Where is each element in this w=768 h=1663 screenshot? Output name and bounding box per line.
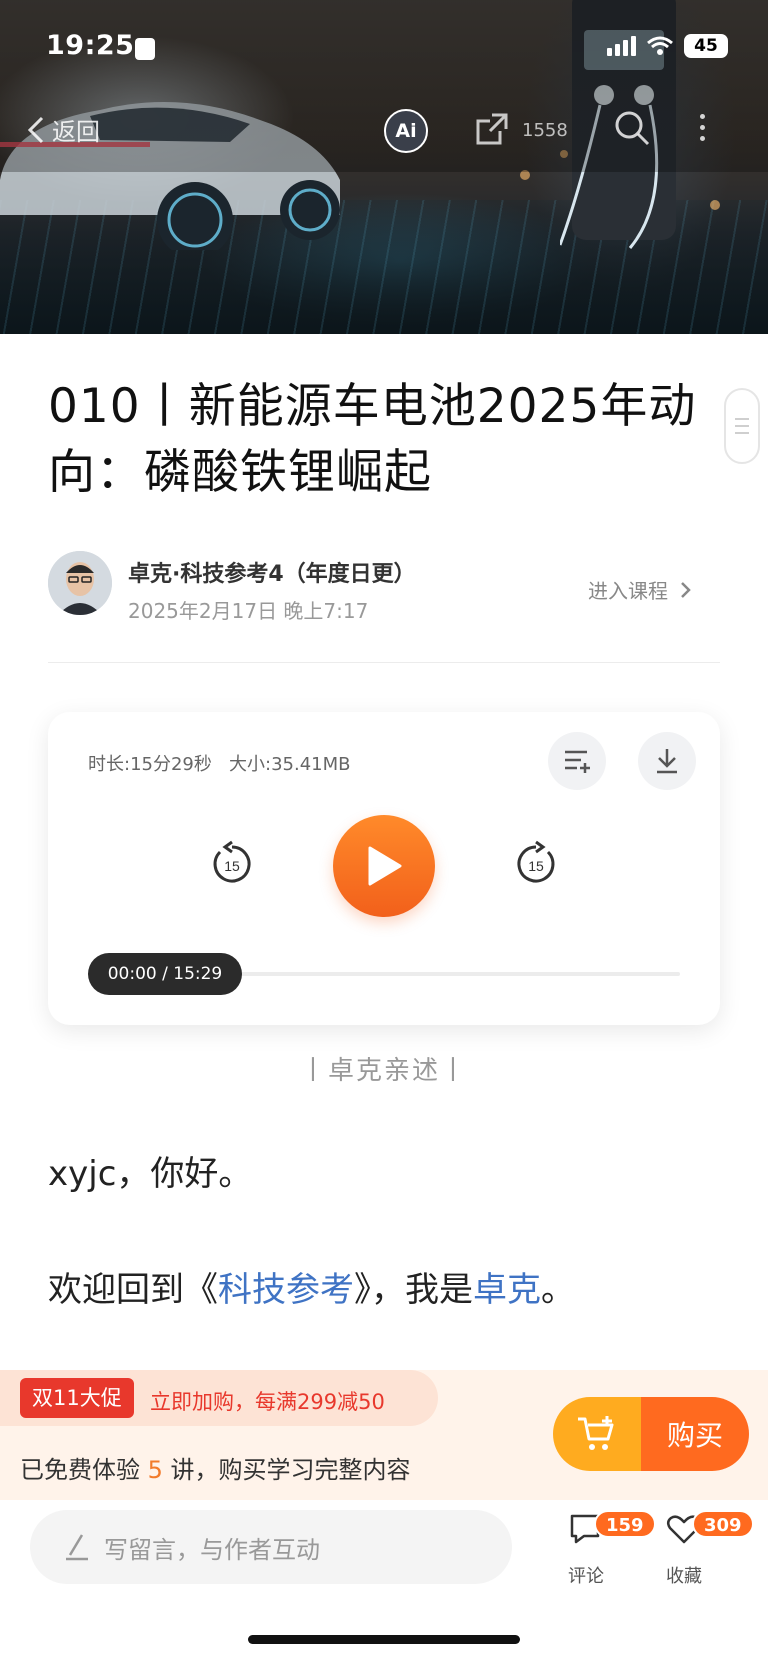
search-icon[interactable] <box>612 108 652 148</box>
favorite-button[interactable]: 收藏 309 <box>656 1510 754 1590</box>
person-icon <box>135 38 155 60</box>
enter-course-link[interactable]: 进入课程 <box>588 575 692 604</box>
cover-light <box>710 200 720 210</box>
home-indicator[interactable] <box>248 1635 520 1644</box>
enter-course-label: 进入课程 <box>588 579 668 603</box>
cart-plus-icon <box>578 1416 614 1450</box>
comment-placeholder: 写留言，与作者互动 <box>104 1535 320 1564</box>
promo-tag: 双11大促 <box>20 1378 134 1418</box>
welcome-middle: 》，我是 <box>354 1270 473 1310</box>
status-indicators: 45 <box>607 34 728 58</box>
chevron-right-icon <box>681 581 691 598</box>
author-portrait <box>48 551 112 615</box>
narrator-caption: 丨卓克亲述丨 <box>299 1056 468 1086</box>
author-name[interactable]: 卓克·科技参考4（年度日更） <box>128 556 416 588</box>
welcome-paragraph: 欢迎回到《科技参考》，我是卓克。 <box>48 1262 575 1311</box>
trial-suffix: 讲，购买学习完整内容 <box>162 1456 411 1484</box>
pencil-icon <box>66 1534 88 1561</box>
audio-info: 时长:15分29秒 大小:35.41MB <box>88 754 351 775</box>
avatar[interactable] <box>48 551 112 615</box>
welcome-prefix: 欢迎回到《 <box>48 1270 218 1310</box>
back-label: 返回 <box>52 118 100 146</box>
author-link[interactable]: 卓克 <box>473 1270 541 1310</box>
playlist-add-icon <box>565 750 590 773</box>
promo-text[interactable]: 立即加购，每满299减50 <box>150 1386 385 1416</box>
favorite-count-badge: 309 <box>692 1510 754 1538</box>
back-button[interactable]: 返回 <box>26 112 100 147</box>
welcome-suffix: 。 <box>541 1270 575 1310</box>
forward-15-button[interactable]: 15 <box>512 840 560 888</box>
download-button[interactable] <box>638 732 696 790</box>
share-count: 1558 <box>522 120 568 141</box>
toolbar-shade <box>0 0 768 172</box>
divider <box>48 662 720 663</box>
play-button[interactable] <box>333 815 435 917</box>
wifi-icon <box>647 36 673 55</box>
buy-button[interactable]: 购买 <box>553 1397 749 1471</box>
comment-input[interactable]: 写留言，与作者互动 <box>30 1510 512 1584</box>
side-drawer-handle[interactable] <box>724 388 760 464</box>
buy-label: 购买 <box>641 1397 749 1471</box>
trial-info: 已免费体验 5 讲，购买学习完整内容 <box>20 1450 411 1485</box>
course-link[interactable]: 科技参考 <box>218 1270 354 1310</box>
article-title: 010丨新能源车电池2025年动向：磷酸铁锂崛起 <box>48 379 697 500</box>
share-icon[interactable] <box>474 111 510 147</box>
add-to-cart-button[interactable] <box>553 1397 641 1471</box>
signal-icon <box>607 36 636 56</box>
favorite-label: 收藏 <box>666 1566 702 1587</box>
battery-indicator: 45 <box>684 34 728 58</box>
comments-button[interactable]: 评论 159 <box>558 1510 656 1590</box>
forward-seconds: 15 <box>528 858 544 874</box>
add-to-playlist-button[interactable] <box>548 732 606 790</box>
status-time: 19:25 <box>46 30 135 61</box>
progress-time-handle[interactable]: 00:00 / 15:29 <box>88 953 242 995</box>
ai-assistant-button[interactable]: Ai <box>384 109 428 153</box>
greeting-paragraph: xyjc，你好。 <box>48 1154 253 1194</box>
chevron-left-icon <box>27 116 44 143</box>
download-icon <box>657 749 677 774</box>
publish-date: 2025年2月17日 晚上7:17 <box>128 599 369 623</box>
rewind-seconds: 15 <box>224 858 240 874</box>
more-icon[interactable] <box>700 114 705 141</box>
comments-label: 评论 <box>568 1566 604 1587</box>
comment-count-badge: 159 <box>594 1510 656 1538</box>
trial-prefix: 已免费体验 <box>20 1456 148 1484</box>
play-icon <box>368 846 402 886</box>
audio-player: 时长:15分29秒 大小:35.41MB 15 15 00:00 / 15:29 <box>48 712 720 1025</box>
trial-count: 5 <box>147 1456 163 1484</box>
rewind-15-button[interactable]: 15 <box>208 840 256 888</box>
